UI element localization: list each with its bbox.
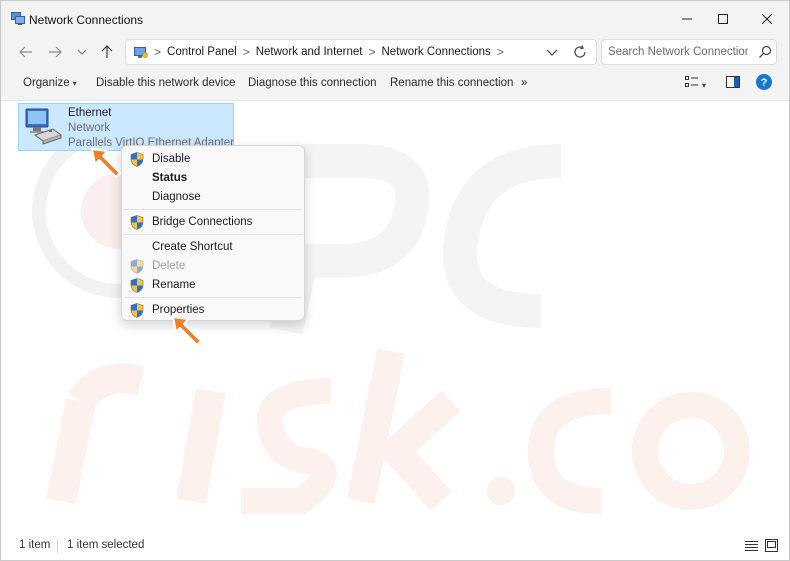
ethernet-connection-item[interactable]: Ethernet Network Parallels VirtIO Ethern…: [18, 103, 234, 151]
search-input[interactable]: [608, 44, 748, 60]
menu-separator: [124, 234, 302, 235]
forward-button[interactable]: [43, 41, 67, 63]
chevron-down-icon[interactable]: [544, 44, 560, 60]
title-bar[interactable]: Network Connections: [1, 1, 789, 37]
menu-item-diagnose[interactable]: Diagnose: [122, 188, 304, 207]
breadcrumb-separator: >: [154, 45, 162, 59]
explorer-window: Network Connections > Control Panel > Ne…: [0, 0, 790, 561]
help-glyph: ?: [761, 77, 768, 89]
menu-item-status[interactable]: Status: [122, 169, 304, 188]
arrow-left-icon: [19, 46, 32, 58]
network-connections-icon: [11, 12, 25, 25]
search-box[interactable]: [601, 39, 777, 65]
menu-item-label: Create Shortcut: [152, 241, 233, 253]
menu-item-rename[interactable]: Rename: [122, 276, 304, 295]
breadcrumb-network-connections[interactable]: Network Connections: [382, 46, 491, 58]
command-bar: Organize ▾ Disable this network device Di…: [1, 67, 789, 101]
maximize-icon: [718, 14, 728, 24]
menu-item-label: Status: [152, 172, 188, 184]
menu-item-disable[interactable]: Disable: [122, 150, 304, 169]
uac-shield-icon: [130, 259, 144, 274]
menu-item-properties[interactable]: Properties: [122, 301, 304, 320]
menu-item-label: Rename: [152, 279, 196, 291]
item-count: 1 item: [19, 539, 51, 551]
ethernet-adapter-icon: [25, 108, 63, 145]
connection-status: Network: [68, 122, 111, 134]
rename-connection-button[interactable]: Rename this connection: [390, 77, 513, 89]
help-button[interactable]: ?: [756, 74, 772, 93]
breadcrumb-network-and-internet[interactable]: Network and Internet: [256, 46, 363, 58]
breadcrumb-separator: >: [242, 45, 250, 59]
close-icon: [762, 14, 772, 24]
search-icon[interactable]: [758, 45, 772, 59]
preview-pane-button[interactable]: [726, 76, 740, 91]
menu-item-bridge-connections[interactable]: Bridge Connections: [122, 213, 304, 232]
control-panel-icon: [134, 46, 148, 58]
uac-shield-icon: [130, 303, 144, 318]
arrow-right-icon: [49, 46, 62, 58]
up-button[interactable]: [95, 41, 119, 63]
breadcrumb-separator: >: [368, 45, 376, 59]
breadcrumb: > Control Panel > Network and Internet >…: [134, 40, 504, 64]
menu-item-label: Properties: [152, 304, 205, 316]
large-icons-view-button[interactable]: [765, 539, 778, 555]
menu-item-create-shortcut[interactable]: Create Shortcut: [122, 238, 304, 257]
disable-device-button[interactable]: Disable this network device: [96, 77, 235, 89]
status-bar: 1 item 1 item selected: [1, 534, 789, 560]
back-button[interactable]: [14, 41, 38, 63]
arrow-up-icon: [101, 45, 113, 58]
annotation-arrow-item: [91, 148, 121, 178]
window-title: Network Connections: [29, 13, 144, 27]
menu-item-label: Bridge Connections: [152, 216, 253, 228]
address-bar[interactable]: > Control Panel > Network and Internet >…: [125, 39, 597, 65]
breadcrumb-control-panel[interactable]: Control Panel: [167, 46, 237, 58]
details-view-icon: [745, 541, 758, 551]
breadcrumb-separator: >: [496, 45, 504, 59]
organize-button[interactable]: Organize ▾: [23, 77, 77, 89]
watermark-logo: [32, 124, 750, 514]
uac-shield-icon: [130, 152, 144, 167]
help-icon: ?: [756, 74, 772, 90]
close-button[interactable]: [749, 1, 785, 37]
recent-locations-button[interactable]: [70, 41, 94, 63]
details-view-button[interactable]: [745, 540, 758, 555]
menu-separator: [124, 297, 302, 298]
refresh-icon[interactable]: [572, 44, 588, 60]
diagnose-connection-button[interactable]: Diagnose this connection: [248, 77, 377, 89]
large-icons-view-icon: [765, 539, 778, 552]
view-options-button[interactable]: ▾: [685, 76, 706, 91]
context-menu: Disable Status Diagnose Bridge Connectio…: [121, 145, 305, 321]
organize-caret: ▾: [72, 79, 77, 88]
menu-item-label: Diagnose: [152, 191, 201, 203]
selection-count: 1 item selected: [67, 539, 145, 551]
more-commands-button[interactable]: »: [521, 77, 527, 89]
menu-item-label: Disable: [152, 153, 191, 165]
view-options-caret: ▾: [702, 81, 707, 90]
maximize-button[interactable]: [705, 1, 741, 37]
organize-label: Organize: [23, 77, 70, 89]
menu-item-label: Delete: [152, 260, 186, 272]
minimize-icon: [682, 18, 692, 20]
menu-item-delete: Delete: [122, 257, 304, 276]
status-divider: [57, 539, 58, 553]
uac-shield-icon: [130, 278, 144, 293]
chevron-down-icon: [77, 49, 87, 55]
minimize-button[interactable]: [669, 1, 705, 37]
navigation-bar: > Control Panel > Network and Internet >…: [1, 37, 789, 67]
view-options-icon: [685, 76, 698, 87]
connections-list[interactable]: Ethernet Network Parallels VirtIO Ethern…: [1, 101, 789, 534]
preview-pane-icon: [726, 76, 740, 88]
menu-separator: [124, 209, 302, 210]
uac-shield-icon: [130, 215, 144, 230]
connection-name: Ethernet: [68, 107, 112, 119]
